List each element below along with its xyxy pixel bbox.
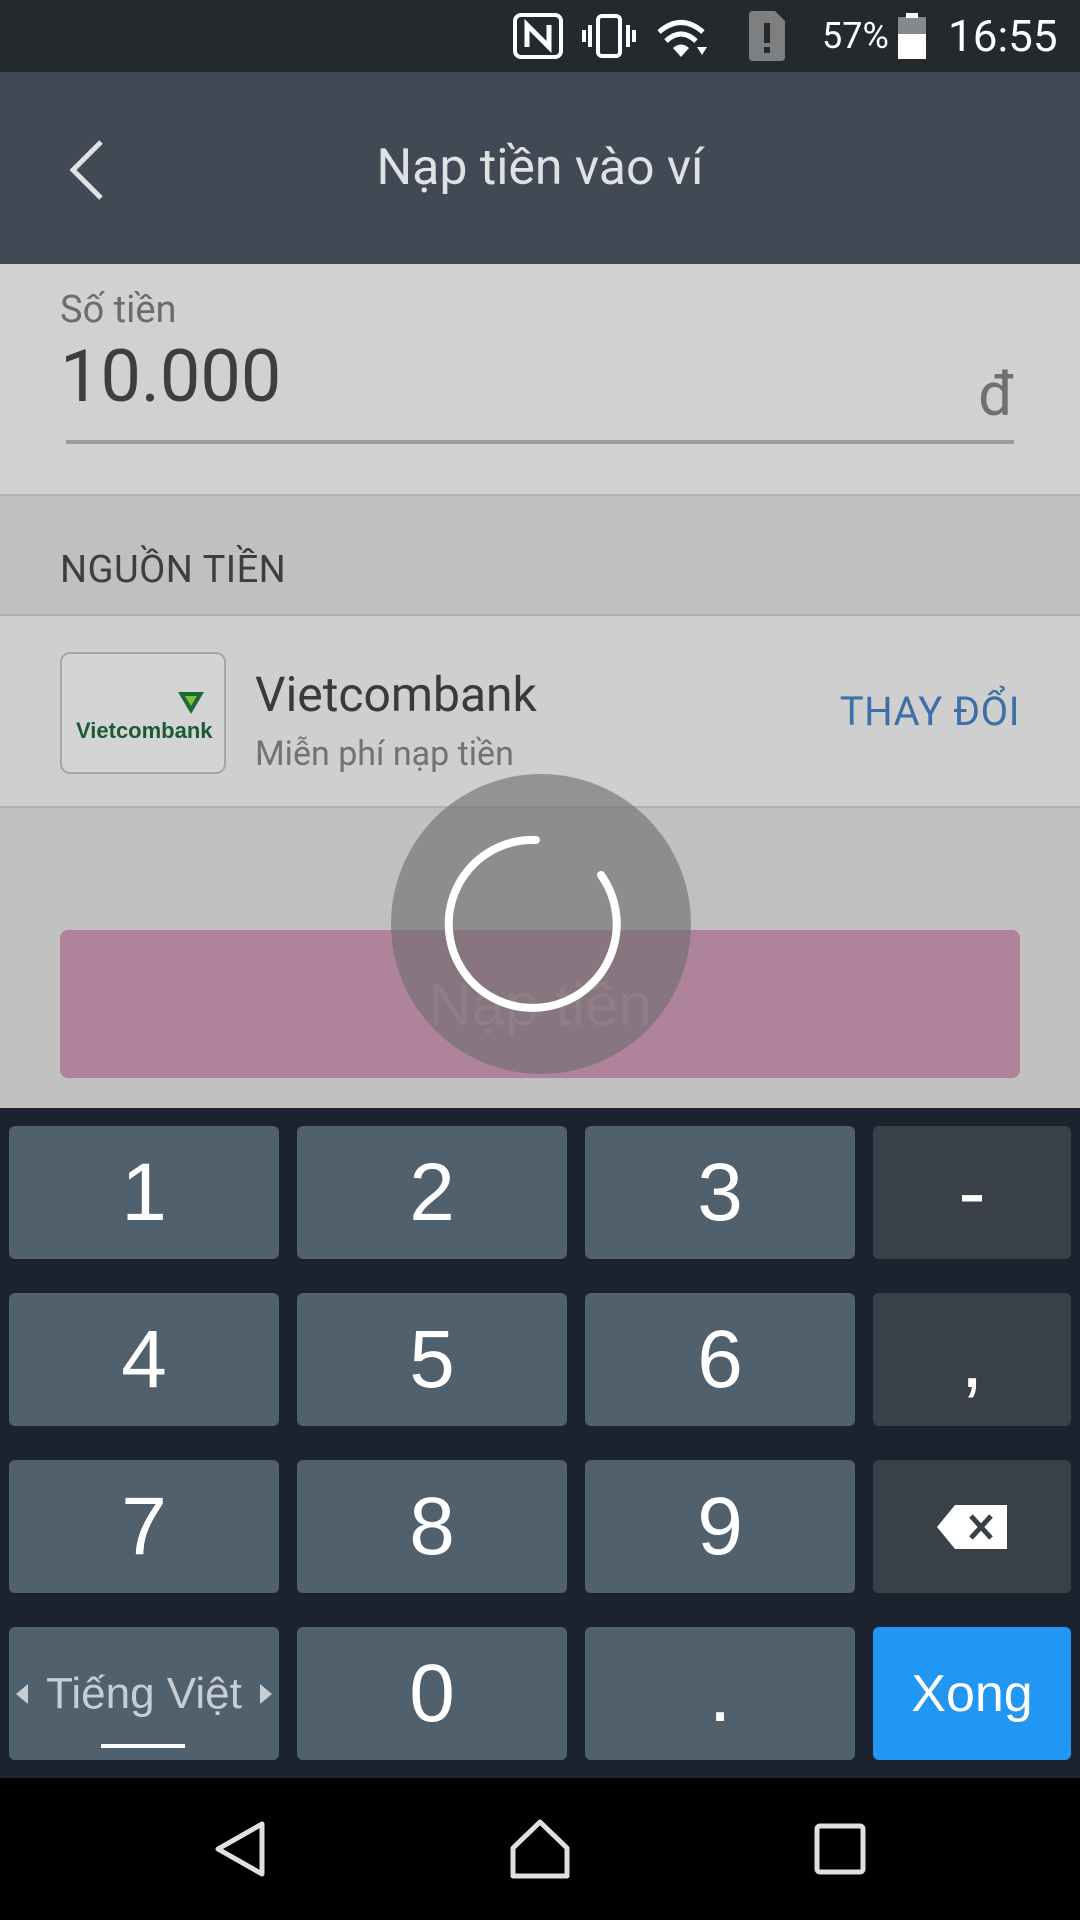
key-6[interactable]: 6 [585,1293,855,1426]
arrow-left-icon [16,1684,28,1704]
arrow-right-icon [260,1684,272,1704]
battery-percent: 57% [822,15,889,57]
key-dot[interactable]: . [585,1627,855,1760]
spacebar-indicator [101,1744,185,1748]
key-0[interactable]: 0 [297,1627,567,1760]
change-source-button[interactable]: THAY ĐỔI [840,688,1020,735]
done-button[interactable]: Xong [873,1627,1071,1760]
key-1[interactable]: 1 [9,1126,279,1259]
sim-alert-icon [745,0,789,72]
currency-symbol: đ [978,359,1014,430]
key-minus[interactable]: - [873,1126,1071,1259]
status-bar: 57% 16:55 [0,0,1080,72]
key-language[interactable]: Tiếng Việt [9,1627,279,1760]
page-title: Nạp tiền vào ví [376,139,704,197]
home-icon [510,1819,570,1879]
vibrate-icon [581,0,637,72]
key-8[interactable]: 8 [297,1460,567,1593]
amount-label: Số tiền [60,288,177,332]
nav-home-button[interactable] [480,1778,600,1920]
key-4[interactable]: 4 [9,1293,279,1426]
amount-underline [66,440,1014,444]
numeric-keyboard: 1 2 3 - 4 5 6 , 7 8 9 Tiếng Việt 0 . Xon… [0,1108,1080,1778]
key-2[interactable]: 2 [297,1126,567,1259]
key-5[interactable]: 5 [297,1293,567,1426]
amount-section: Số tiền 10.000 đ [0,264,1080,494]
source-section-header: NGUỒN TIỀN [0,496,1080,614]
nfc-icon [513,0,563,72]
key-7[interactable]: 7 [9,1460,279,1593]
back-triangle-icon [215,1821,265,1877]
wifi-icon [651,0,711,72]
vietcombank-logo-icon [178,692,204,714]
key-backspace[interactable] [873,1460,1071,1593]
nav-recents-button[interactable] [780,1778,900,1920]
amount-input[interactable]: 10.000 [60,334,281,419]
bank-fee-note: Miễn phí nạp tiền [255,734,514,774]
loading-overlay [391,774,691,1074]
key-3[interactable]: 3 [585,1126,855,1259]
app-bar: Nạp tiền vào ví [0,72,1080,264]
nav-back-button[interactable] [180,1778,300,1920]
source-header-title: NGUỒN TIỀN [60,548,287,592]
backspace-icon [937,1504,1007,1549]
bank-logo: Vietcombank [60,652,226,774]
clock: 16:55 [948,10,1058,62]
battery-icon [896,0,928,72]
language-label: Tiếng Việt [46,1668,242,1718]
key-9[interactable]: 9 [585,1460,855,1593]
bank-name: Vietcombank [255,666,537,723]
navigation-bar [0,1778,1080,1920]
bank-logo-text: Vietcombank [76,718,213,743]
spinner-icon [444,835,621,1012]
key-comma[interactable]: , [873,1293,1071,1426]
recents-icon [814,1823,866,1875]
